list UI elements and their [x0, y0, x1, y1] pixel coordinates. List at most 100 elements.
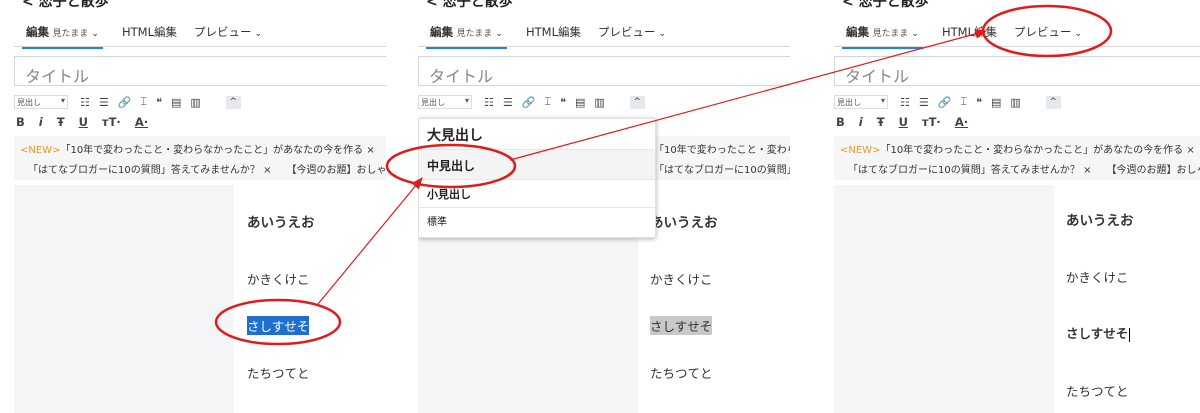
tab-preview[interactable]: プレビュー ⌄ [598, 24, 666, 40]
dropdown-item-large-heading[interactable]: 大見出し [427, 125, 483, 145]
tab-preview[interactable]: プレビュー ⌄ [1014, 24, 1082, 40]
quote-icon[interactable]: ❝ [156, 96, 162, 109]
more-icon[interactable]: ▥ [190, 96, 200, 109]
editor-panel-dropdown: < 恋子と散歩 編集 見たまま ⌄ HTML編集 プレビュー ⌄ タイトル 見出し … [418, 0, 790, 413]
table-icon[interactable]: ▤ [171, 96, 181, 109]
tab-html[interactable]: HTML編集 [942, 24, 997, 40]
chevron-down-icon: ⌄ [91, 29, 99, 39]
tab-html[interactable]: HTML編集 [122, 24, 177, 40]
strikethrough-button[interactable]: Ŧ [877, 115, 885, 129]
topic-2[interactable]: 「はてなブロガーに10の質問」答えてみませんか？ × 【今週のお題】おしゃべり [28, 161, 386, 176]
italic-button[interactable]: i [859, 115, 863, 129]
link-icon[interactable]: 🔗 [118, 96, 132, 109]
medium-heading-line[interactable]: さしすせそ [1066, 323, 1131, 342]
selected-text[interactable]: さしすせそ [247, 316, 310, 335]
link-icon[interactable]: 🔗 [938, 96, 952, 109]
bold-button[interactable]: B [16, 115, 25, 129]
table-icon[interactable]: ▤ [575, 96, 585, 109]
underline-button[interactable]: U [899, 115, 908, 129]
back-title[interactable]: < 恋子と散歩 [842, 0, 929, 11]
toolbar-row-1: 見出し ☷ ☰ 🔗 ⌶ ❝ ▤ ▥ ^ [14, 94, 241, 110]
editor-line: かきくけこ [650, 272, 713, 287]
editor-line: かきくけこ [247, 272, 310, 287]
collapse-up-icon[interactable]: ^ [1045, 95, 1061, 109]
editor-tabs: 編集 見たまま ⌄ HTML編集 プレビュー ⌄ [834, 18, 1200, 49]
heading-dropdown-menu: 大見出し 中見出し 小見出し 標準 [418, 118, 656, 238]
chevron-down-icon: ⌄ [658, 29, 667, 39]
topics-bar: <NEW>「10年で変わったこと・変わらなかったこと」があなたの今を作る × 「… [834, 136, 1200, 180]
editor-line: あいうえお [650, 215, 718, 231]
quote-icon[interactable]: ❝ [560, 96, 566, 109]
title-input[interactable]: タイトル [418, 56, 790, 86]
editor-body[interactable]: あいうえお かきくけこ さしすせそ たちつてと [834, 185, 1200, 413]
editor-tabs: 編集 見たまま ⌄ HTML編集 プレビュー ⌄ [14, 18, 386, 49]
topics-bar: <NEW>「10年で変わったこと・変わらなかったこと」があなたの今を作る × 「… [14, 136, 386, 180]
numbered-list-icon[interactable]: ☰ [919, 96, 929, 109]
horizontal-rule-icon[interactable]: ⌶ [544, 95, 551, 109]
font-size-button[interactable]: ᴛT· [922, 115, 941, 129]
editor-gutter [14, 185, 234, 413]
tab-edit[interactable]: 編集 見たまま ⌄ [842, 24, 923, 49]
quote-icon[interactable]: ❝ [976, 96, 982, 109]
topic-2[interactable]: 「はてなブロガーに10の質問」答えてみませんか？ × 【今週のお題】おしゃべり [654, 161, 790, 176]
heading-select[interactable]: 見出し [14, 95, 68, 109]
bullet-list-icon[interactable]: ☷ [900, 96, 910, 109]
editor-line: たちつてと [247, 366, 310, 381]
numbered-list-icon[interactable]: ☰ [503, 96, 513, 109]
editor-line: あいうえお [247, 215, 315, 231]
topic-2[interactable]: 「はてなブロガーに10の質問」答えてみませんか？ × 【今週のお題】おしゃべり [848, 161, 1200, 176]
dropdown-item-normal[interactable]: 標準 [427, 213, 447, 228]
editor-panel-before: < 恋子と散歩 編集 見たまま ⌄ HTML編集 プレビュー ⌄ タイトル 見出し … [14, 0, 386, 413]
bold-button[interactable]: B [836, 115, 845, 129]
dropdown-item-small-heading[interactable]: 小見出し [427, 186, 471, 202]
font-color-button[interactable]: A· [955, 115, 968, 129]
chevron-down-icon: ⌄ [495, 29, 503, 39]
editor-line: あいうえお [1066, 213, 1134, 229]
font-size-button[interactable]: ᴛT· [102, 115, 121, 129]
bullet-list-icon[interactable]: ☷ [80, 96, 90, 109]
font-color-button[interactable]: A· [135, 115, 148, 129]
back-title[interactable]: < 恋子と散歩 [426, 0, 513, 11]
topic-1[interactable]: 「10年で変わったこと・変わらなかったこと」があなたの今を作る × [654, 141, 790, 156]
more-icon[interactable]: ▥ [594, 96, 604, 109]
toolbar-row-2: B i Ŧ U ᴛT· A· [836, 114, 982, 130]
collapse-up-icon[interactable]: ^ [629, 95, 645, 109]
more-icon[interactable]: ▥ [1010, 96, 1020, 109]
tab-edit[interactable]: 編集 見たまま ⌄ [426, 24, 507, 49]
editor-tabs: 編集 見たまま ⌄ HTML編集 プレビュー ⌄ [418, 18, 790, 49]
back-title[interactable]: < 恋子と散歩 [22, 0, 109, 11]
chevron-down-icon: ⌄ [911, 29, 919, 39]
heading-select[interactable]: 見出し [418, 95, 472, 109]
link-icon[interactable]: 🔗 [522, 96, 536, 109]
chevron-down-icon: ⌄ [1074, 29, 1083, 39]
bullet-list-icon[interactable]: ☷ [484, 96, 494, 109]
toolbar-row-1: 見出し ☷ ☰ 🔗 ⌶ ❝ ▤ ▥ ^ [418, 94, 645, 110]
selected-text[interactable]: さしすせそ [650, 316, 713, 335]
underline-button[interactable]: U [79, 115, 88, 129]
editor-line: たちつてと [650, 366, 713, 381]
tab-preview[interactable]: プレビュー ⌄ [194, 24, 262, 40]
table-icon[interactable]: ▤ [991, 96, 1001, 109]
toolbar-row-1: 見出し ☷ ☰ 🔗 ⌶ ❝ ▤ ▥ ^ [834, 94, 1061, 110]
horizontal-rule-icon[interactable]: ⌶ [140, 95, 147, 109]
editor-body[interactable]: あいうえお かきくけこ さしすせそ たちつてと [14, 185, 386, 413]
text-caret [1129, 327, 1131, 342]
topic-1[interactable]: <NEW>「10年で変わったこと・変わらなかったこと」があなたの今を作る × [20, 141, 375, 156]
collapse-up-icon[interactable]: ^ [225, 95, 241, 109]
horizontal-rule-icon[interactable]: ⌶ [960, 95, 967, 109]
title-input[interactable]: タイトル [14, 56, 386, 86]
editor-gutter [834, 185, 1054, 413]
tab-html[interactable]: HTML編集 [526, 24, 581, 40]
dropdown-item-medium-heading[interactable]: 中見出し [427, 157, 475, 174]
chevron-down-icon: ⌄ [254, 29, 263, 39]
tab-edit[interactable]: 編集 見たまま ⌄ [22, 24, 103, 49]
numbered-list-icon[interactable]: ☰ [99, 96, 109, 109]
topic-1[interactable]: <NEW>「10年で変わったこと・変わらなかったこと」があなたの今を作る × [840, 141, 1195, 156]
italic-button[interactable]: i [39, 115, 43, 129]
heading-select[interactable]: 見出し [834, 95, 888, 109]
editor-line: かきくけこ [1066, 270, 1129, 285]
title-input[interactable]: タイトル [834, 56, 1200, 86]
editor-line: たちつてと [1066, 384, 1129, 399]
editor-panel-after: < 恋子と散歩 編集 見たまま ⌄ HTML編集 プレビュー ⌄ タイトル 見出し … [834, 0, 1200, 413]
strikethrough-button[interactable]: Ŧ [57, 115, 65, 129]
